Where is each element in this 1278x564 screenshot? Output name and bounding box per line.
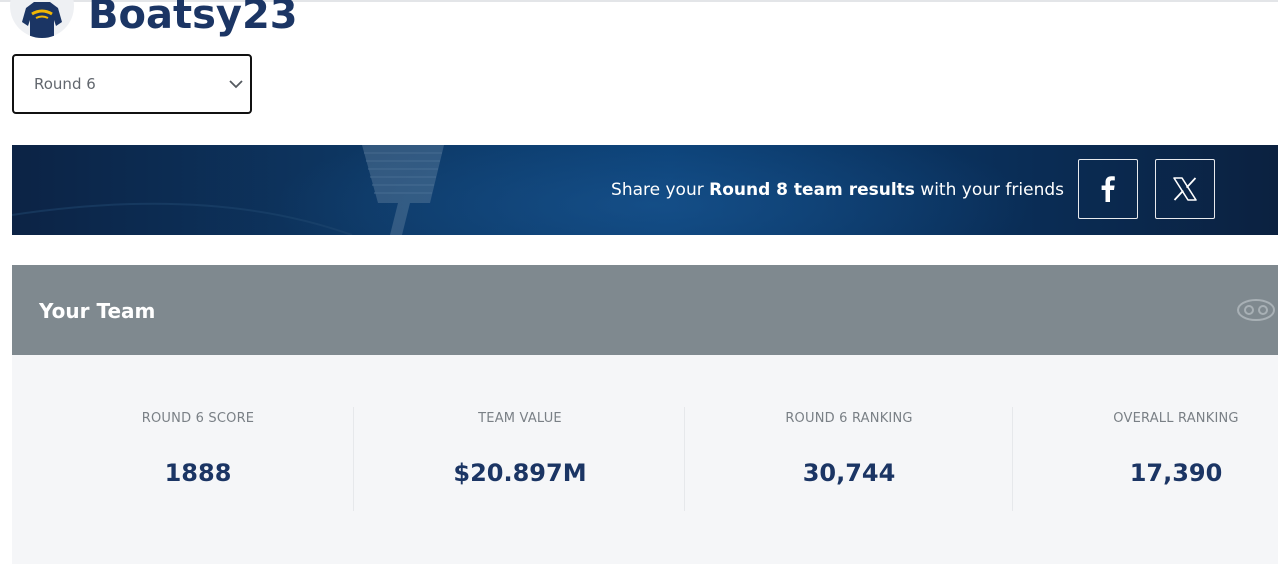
stat-value: 17,390 <box>1129 459 1223 487</box>
team-avatar <box>10 0 74 38</box>
stat-label: TEAM VALUE <box>478 411 562 426</box>
stat-label: ROUND 6 SCORE <box>141 411 255 426</box>
stat-label: OVERALL RANKING <box>1113 411 1239 426</box>
football-icon <box>1237 299 1275 321</box>
stat-divider <box>684 407 685 511</box>
username-heading: Boatsy23 <box>88 0 298 38</box>
round-select-value: Round 6 <box>34 75 96 93</box>
stat-value: 30,744 <box>802 459 896 487</box>
stat-round-score: ROUND 6 SCORE 1888 <box>28 355 368 564</box>
stat-value: 1888 <box>164 459 232 487</box>
x-share-button[interactable] <box>1155 159 1215 219</box>
x-logo-icon <box>1173 177 1197 201</box>
your-team-header: Your Team <box>12 265 1278 355</box>
chevron-down-icon <box>229 80 243 89</box>
share-banner: Share your Round 8 team results with you… <box>12 145 1278 235</box>
stat-team-value: TEAM VALUE $20.897M <box>359 355 681 564</box>
team-stats-panel: ROUND 6 SCORE 1888 TEAM VALUE $20.897M R… <box>12 355 1278 564</box>
stat-overall-ranking: OVERALL RANKING 17,390 <box>1015 355 1278 564</box>
stat-divider <box>353 407 354 511</box>
share-prefix: Share your <box>611 180 710 200</box>
team-jersey-icon <box>22 2 62 38</box>
stat-value: $20.897M <box>453 459 587 487</box>
round-select-dropdown[interactable]: Round 6 <box>12 54 252 114</box>
stat-label: ROUND 6 RANKING <box>785 411 913 426</box>
stat-round-ranking: ROUND 6 RANKING 30,744 <box>689 355 1009 564</box>
stat-divider <box>1012 407 1013 511</box>
facebook-share-button[interactable] <box>1078 159 1138 219</box>
share-highlight: Round 8 team results <box>709 180 915 200</box>
your-team-title: Your Team <box>39 299 156 323</box>
share-suffix: with your friends <box>914 180 1064 200</box>
share-message: Share your Round 8 team results with you… <box>611 145 1064 235</box>
facebook-icon <box>1101 176 1115 202</box>
